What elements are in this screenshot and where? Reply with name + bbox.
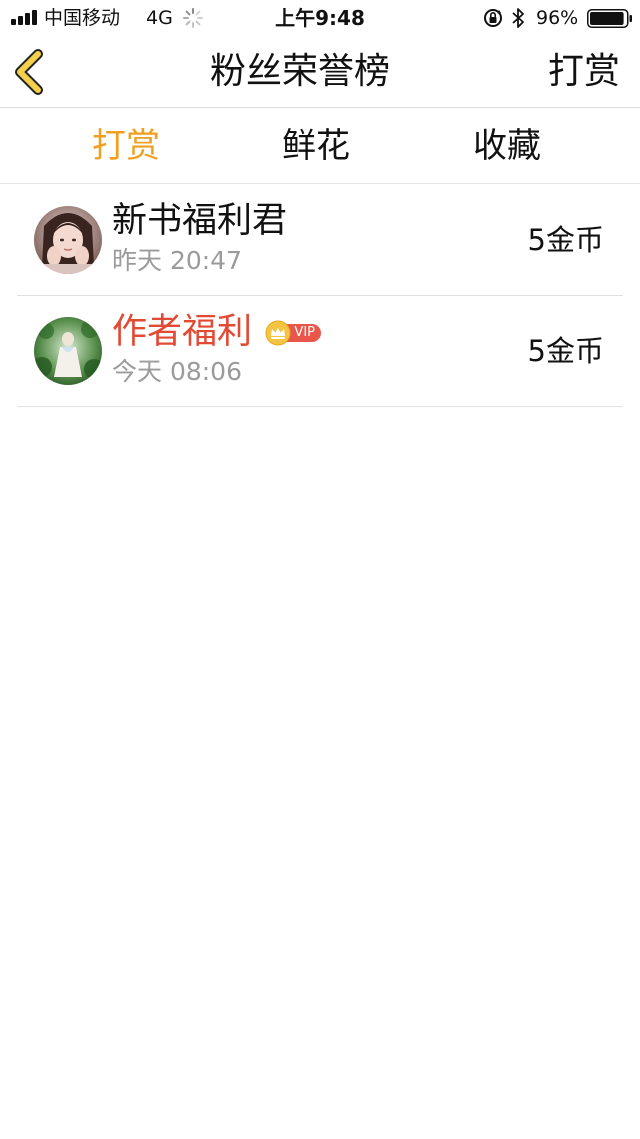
- reward-amount: 5金币: [527, 223, 604, 257]
- user-name: 新书福利君: [112, 201, 288, 241]
- status-bar: 中国移动 4G 上午9:48 96%: [0, 0, 640, 36]
- bluetooth-icon: [512, 8, 524, 28]
- battery-icon: [587, 9, 632, 28]
- timestamp: 今天 08:06: [112, 357, 242, 386]
- tab-bar: 打赏 鲜花 收藏: [0, 109, 640, 184]
- tab-favorites[interactable]: 收藏: [473, 125, 541, 167]
- user-name: 作者福利: [112, 312, 253, 352]
- page-title: 粉丝荣誉榜: [209, 51, 390, 92]
- list-item[interactable]: 作者福利 VIP 今天 08:06 5金币: [0, 296, 640, 407]
- tab-flowers[interactable]: 鲜花: [282, 125, 350, 167]
- rotation-lock-icon: [484, 9, 502, 27]
- divider: [17, 406, 623, 407]
- vip-badge: VIP: [265, 320, 323, 346]
- tab-reward[interactable]: 打赏: [92, 125, 160, 167]
- reward-button[interactable]: 打赏: [548, 50, 620, 94]
- reward-amount: 5金币: [527, 334, 604, 368]
- crown-icon: [265, 320, 291, 346]
- nav-bar: 粉丝荣誉榜 打赏: [0, 36, 640, 108]
- back-button[interactable]: [8, 46, 56, 98]
- battery-percent-label: 96%: [536, 7, 579, 29]
- avatar: [34, 317, 102, 385]
- fan-ranking-list: 新书福利君 昨天 20:47 5金币 作者福利 VIP 今天 08:06 5金币: [0, 185, 640, 407]
- list-item[interactable]: 新书福利君 昨天 20:47 5金币: [0, 185, 640, 296]
- avatar: [34, 206, 102, 274]
- chevron-left-icon: [15, 49, 43, 95]
- timestamp: 昨天 20:47: [112, 246, 242, 275]
